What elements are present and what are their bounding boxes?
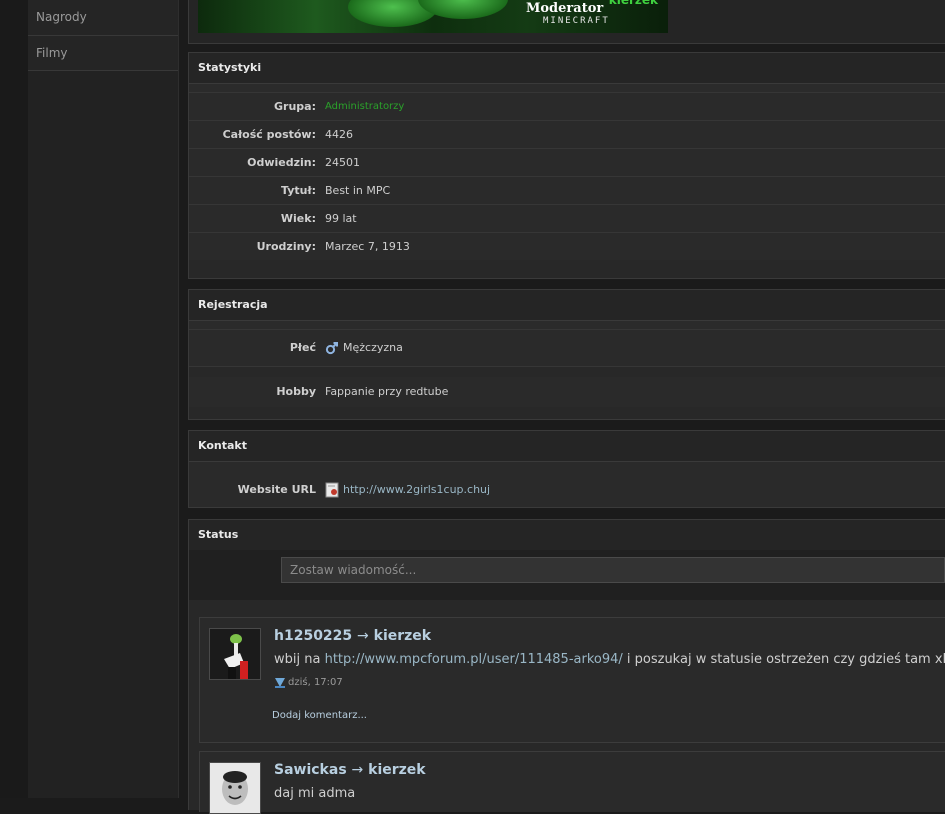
status-author-line: Sawickas → kierzek (274, 762, 426, 778)
left-gutter (0, 0, 28, 798)
moderator-banner: kierzek Moderator MINECRAFT (198, 0, 668, 33)
status-message: wbij na http://www.mpcforum.pl/user/1114… (274, 652, 945, 667)
panel-title: Status (189, 520, 945, 551)
panel-spacer (189, 321, 945, 330)
male-icon (325, 342, 338, 355)
registration-panel: Rejestracja Płeć Mężczyzna Hobby Fappani… (188, 289, 945, 420)
sidebar-item-nagrody[interactable]: Nagrody (28, 0, 178, 36)
stat-row-title: Tytuł: Best in MPC (189, 177, 945, 205)
stat-value: 99 lat (325, 212, 357, 225)
add-comment-link[interactable]: Dodaj komentarz... (272, 710, 367, 721)
stat-row-birthday: Urodziny: Marzec 7, 1913 (189, 233, 945, 260)
signature-box: kierzek Moderator MINECRAFT (188, 0, 945, 44)
status-entry: Sawickas → kierzek daj mi adma (199, 751, 945, 814)
stat-label: Tytuł: (281, 184, 316, 197)
status-time: dziś, 17:07 (274, 676, 343, 688)
recipient-link[interactable]: kierzek (368, 762, 425, 778)
stat-label: Grupa: (274, 100, 316, 113)
status-entry: h1250225 → kierzek wbij na http://www.mp… (199, 617, 945, 743)
message-text: i poszukaj w statusie ostrzeżen czy gdzi… (622, 652, 945, 667)
sidebar-item-filmy[interactable]: Filmy (28, 36, 178, 71)
message-link[interactable]: http://www.mpcforum.pl/user/111485-arko9… (325, 652, 623, 667)
group-value[interactable]: Administratorzy (325, 93, 404, 120)
status-message-input[interactable]: Zostaw wiadomość... (281, 557, 945, 583)
stat-label: Całość postów: (222, 128, 316, 141)
stat-label: Urodziny: (256, 240, 316, 253)
gender-value: Mężczyzna (343, 341, 403, 354)
sidebar-item-label: Nagrody (36, 10, 87, 24)
web-page-icon (325, 482, 339, 498)
message-text: wbij na (274, 652, 325, 667)
goofy-avatar-icon (210, 629, 260, 679)
stat-row-group: Grupa: Administratorzy (189, 93, 945, 121)
stat-row-age: Wiek: 99 lat (189, 205, 945, 233)
stat-value: 4426 (325, 128, 353, 141)
stat-value: Best in MPC (325, 184, 391, 197)
face-avatar-icon (210, 763, 260, 813)
reg-row-hobby: Hobby Fappanie przy redtube (189, 377, 945, 407)
profile-main: kierzek Moderator MINECRAFT Statystyki G… (188, 0, 945, 814)
status-panel: Status Zostaw wiadomość... h1250225 → ki… (188, 519, 945, 814)
sidebar-item-label: Filmy (36, 46, 68, 60)
banner-brand: kierzek (608, 0, 658, 7)
status-author-line: h1250225 → kierzek (274, 628, 431, 644)
profile-sidebar: Nagrody Filmy (28, 0, 179, 798)
reg-row-gender: Płeć Mężczyzna (189, 330, 945, 367)
banner-title: Moderator (526, 1, 604, 16)
contact-value: http://www.2girls1cup.chuj (325, 462, 490, 517)
status-message: daj mi adma (274, 786, 356, 801)
arrow: → (357, 628, 369, 644)
stat-row-visits: Odwiedzin: 24501 (189, 149, 945, 177)
panel-title: Kontakt (189, 431, 945, 462)
stat-value: 24501 (325, 156, 360, 169)
reg-label: Hobby (276, 385, 316, 398)
reg-label: Płeć (289, 341, 316, 354)
panel-title: Statystyki (189, 53, 945, 84)
reg-value: Fappanie przy redtube (325, 385, 449, 398)
arrow: → (351, 762, 364, 778)
stat-label: Wiek: (280, 212, 316, 225)
stats-panel: Statystyki Grupa: Administratorzy Całość… (188, 52, 945, 279)
avatar[interactable] (209, 628, 261, 680)
contact-row-website: Website URL http://www.2girls1cup.chuj (189, 462, 945, 507)
stat-row-posts: Całość postów: 4426 (189, 121, 945, 149)
panel-spacer (189, 84, 945, 93)
website-link[interactable]: http://www.2girls1cup.chuj (343, 483, 490, 496)
panel-title: Rejestracja (189, 290, 945, 321)
reg-value: Mężczyzna (325, 330, 403, 366)
stat-value: Marzec 7, 1913 (325, 240, 410, 253)
contact-label: Website URL (237, 483, 316, 496)
recipient-link[interactable]: kierzek (374, 628, 431, 644)
timestamp: dziś, 17:07 (288, 677, 343, 688)
contact-panel: Kontakt Website URL http://www.2girls1cu… (188, 430, 945, 508)
status-type-icon (275, 678, 285, 688)
avatar[interactable] (209, 762, 261, 814)
stat-label: Odwiedzin: (247, 156, 316, 169)
banner-subtitle: MINECRAFT (543, 16, 610, 26)
author-link[interactable]: h1250225 (274, 628, 352, 644)
author-link[interactable]: Sawickas (274, 762, 347, 778)
